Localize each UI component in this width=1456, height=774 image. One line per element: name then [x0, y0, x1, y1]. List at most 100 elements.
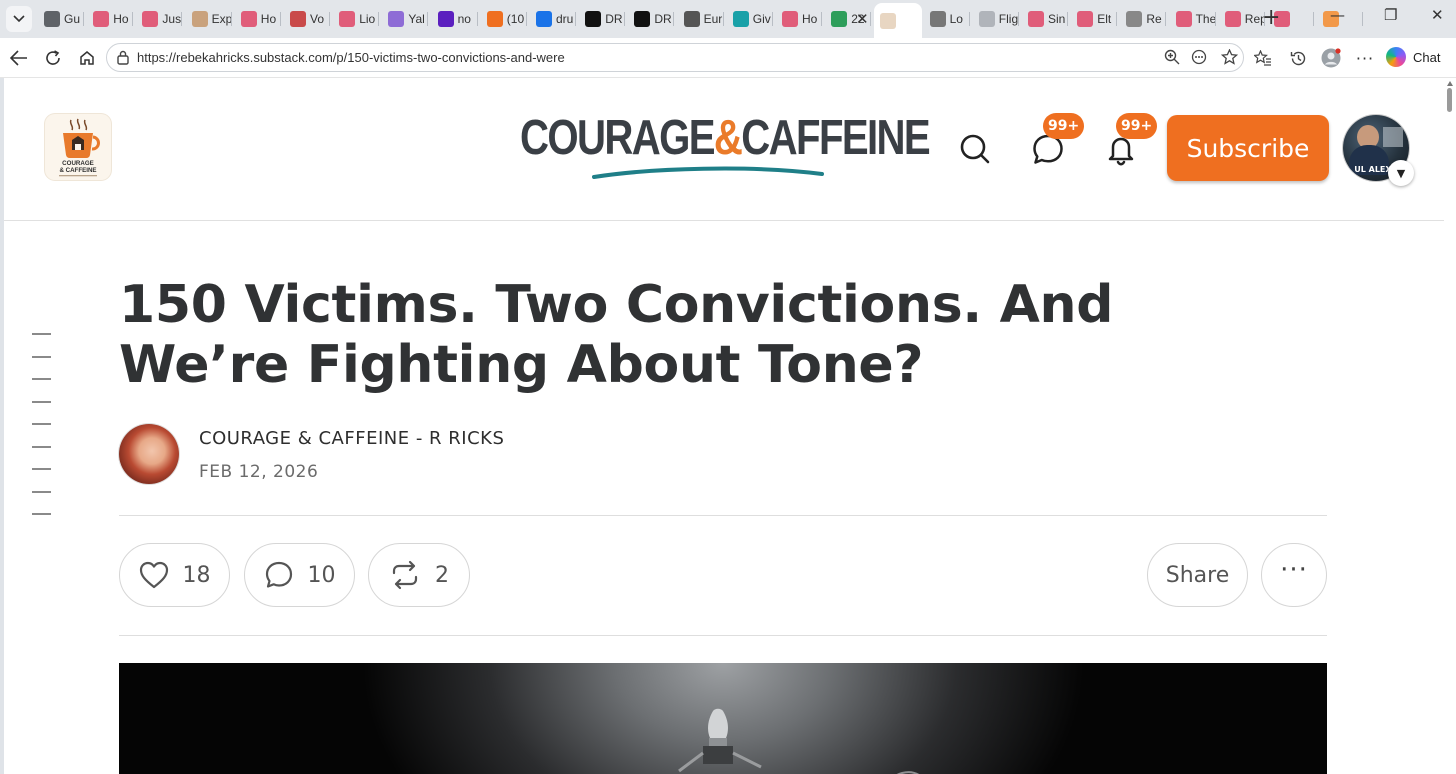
browser-tab[interactable]: Ho — [776, 4, 822, 34]
publication-logo[interactable]: COURAGE & CAFFEINE — [45, 114, 111, 180]
table-of-contents-rail[interactable] — [32, 333, 51, 536]
toc-marker[interactable] — [32, 400, 51, 403]
copilot-chat-button[interactable]: Chat — [1386, 44, 1440, 70]
browser-tab[interactable]: Vo — [284, 4, 330, 34]
restack-button[interactable]: 2 — [368, 543, 470, 607]
history-button[interactable] — [1286, 46, 1310, 70]
browser-tab[interactable]: Re — [1120, 4, 1167, 34]
browser-tab[interactable]: Ho — [87, 4, 134, 34]
address-bar[interactable]: https://rebekahricks.substack.com/p/150-… — [106, 43, 1244, 72]
tab-separator — [1067, 12, 1068, 26]
tab-separator — [624, 12, 626, 26]
browser-tab[interactable]: Giv — [727, 4, 773, 34]
chat-label: Chat — [1413, 49, 1441, 65]
brand-left: COURAGE — [520, 111, 716, 165]
notifications-count-badge: 99+ — [1116, 113, 1158, 139]
browser-tab[interactable]: Exp — [186, 4, 232, 34]
tab-title: Yal — [408, 12, 425, 26]
home-button[interactable] — [75, 46, 99, 70]
tab-separator — [279, 12, 281, 26]
tab-list-menu-button[interactable] — [6, 6, 32, 32]
url-text[interactable]: https://rebekahricks.substack.com/p/150-… — [137, 50, 565, 65]
tab-title: Ho — [802, 12, 818, 26]
browser-tab[interactable]: Lo — [924, 4, 970, 34]
author-avatar[interactable] — [119, 424, 179, 484]
account-menu-button[interactable]: ▼ — [1388, 160, 1414, 186]
browser-tab[interactable]: (10 — [481, 4, 527, 34]
browser-tab[interactable]: Sin — [1022, 4, 1068, 34]
publication-wordmark[interactable]: COURAGE&CAFFEINE — [520, 110, 931, 166]
site-info-icon[interactable] — [116, 50, 130, 65]
toc-marker[interactable] — [32, 378, 51, 380]
favorites-button[interactable] — [1251, 46, 1275, 70]
browser-tab[interactable]: dru — [530, 4, 576, 34]
favorites-list-icon — [1254, 50, 1271, 66]
comment-count: 10 — [307, 562, 336, 588]
nyt-icon — [683, 11, 700, 27]
tab-title: Gu — [64, 12, 81, 26]
browser-tab[interactable]: no — [432, 4, 478, 34]
subscribe-button[interactable]: Subscribe — [1167, 115, 1329, 181]
browser-tab[interactable]: Gu — [38, 4, 84, 34]
tab-separator — [722, 12, 724, 26]
search-icon[interactable] — [959, 133, 991, 169]
tab-title: Sin — [1048, 12, 1066, 26]
toc-marker[interactable] — [32, 355, 51, 358]
site-header: COURAGE & CAFFEINE COURAGE&CAFFEINE 99+ … — [4, 78, 1444, 221]
toc-marker[interactable] — [32, 468, 51, 470]
favorite-star-icon[interactable] — [1220, 48, 1239, 69]
tab-title: Flig — [998, 12, 1019, 26]
reload-button[interactable] — [41, 46, 65, 70]
tab-title: Elt — [1097, 12, 1112, 26]
browser-tab[interactable]: Rep — [1219, 4, 1265, 34]
close-window-button[interactable]: ✕ — [1431, 6, 1444, 24]
browser-tab[interactable]: Yal — [382, 4, 429, 34]
chart-icon — [831, 11, 848, 27]
toc-marker[interactable] — [32, 423, 51, 425]
browser-tab[interactable]: DR — [628, 4, 675, 34]
browser-tab[interactable]: Flig — [973, 4, 1019, 34]
restore-window-button[interactable]: ❐ — [1384, 6, 1397, 24]
browser-tab[interactable]: DR — [579, 4, 626, 34]
settings-more-button[interactable]: ··· — [1353, 46, 1377, 70]
comment-button[interactable]: 10 — [244, 543, 355, 607]
browser-tab[interactable]: Ho — [235, 4, 281, 34]
back-button[interactable] — [7, 46, 31, 70]
page-scrollbar[interactable] — [1444, 78, 1456, 774]
scroll-up-arrow-icon[interactable] — [1447, 81, 1453, 86]
zoom-icon[interactable] — [1164, 49, 1180, 69]
tab-separator — [476, 12, 478, 26]
share-button[interactable]: Share — [1147, 543, 1248, 607]
post-date: FEB 12, 2026 — [199, 462, 319, 482]
dr-icon — [585, 11, 602, 27]
restack-count: 2 — [435, 562, 449, 588]
toc-marker[interactable] — [32, 513, 51, 515]
browser-tab[interactable]: Jus — [136, 4, 183, 34]
author-name[interactable]: COURAGE & CAFFEINE - R RICKS — [199, 428, 504, 449]
minimize-window-button[interactable]: — — [1330, 6, 1345, 24]
tab-separator — [673, 12, 675, 26]
profile-button[interactable] — [1319, 46, 1343, 70]
scroll-thumb[interactable] — [1447, 88, 1452, 112]
more-options-button[interactable]: ··· — [1261, 543, 1327, 607]
like-button[interactable]: 18 — [119, 543, 230, 607]
close-tab-icon[interactable]: ✕ — [856, 10, 869, 28]
brand-ampersand: & — [713, 111, 743, 165]
meta-divider-top — [119, 515, 1327, 516]
toc-marker[interactable] — [32, 445, 51, 448]
browser-tab[interactable]: Eur — [678, 4, 724, 34]
toc-marker[interactable] — [32, 490, 51, 493]
browser-tab[interactable] — [874, 3, 923, 38]
browser-tab[interactable]: Lio — [333, 4, 380, 34]
browser-tab[interactable]: Elt — [1071, 4, 1118, 34]
new-tab-button[interactable]: + — [1262, 7, 1280, 29]
youtube-icon — [93, 11, 110, 27]
browser-tab[interactable]: The — [1170, 4, 1216, 34]
reading-mode-icon[interactable] — [1191, 49, 1207, 69]
toc-marker[interactable] — [32, 333, 51, 335]
tab-separator — [83, 12, 84, 26]
tab-title: Lio — [359, 12, 376, 26]
tab-separator — [1017, 12, 1019, 26]
tab-title: no — [457, 12, 471, 26]
youtube-icon — [1224, 11, 1241, 27]
